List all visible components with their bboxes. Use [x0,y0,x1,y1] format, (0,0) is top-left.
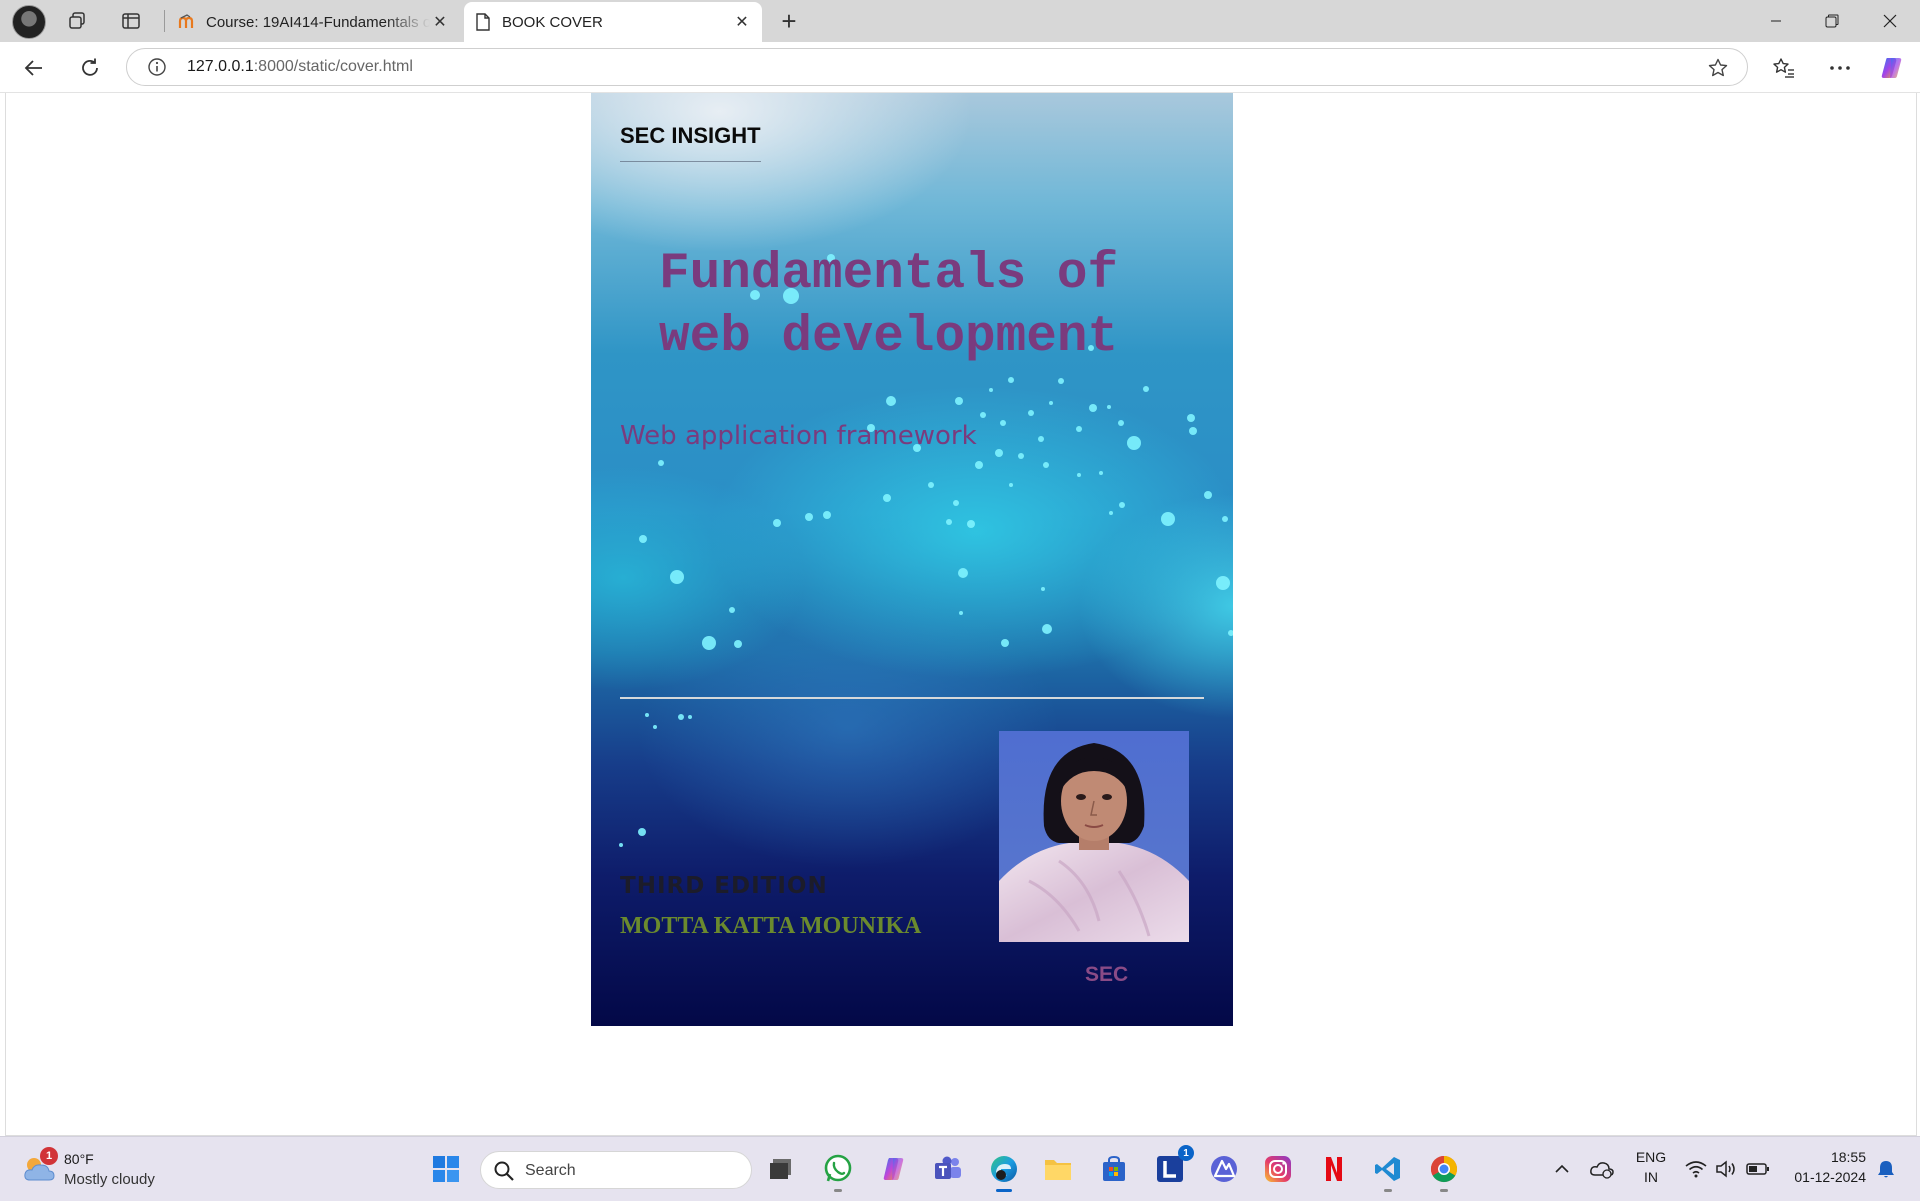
back-button[interactable] [18,52,50,84]
weather-badge: 1 [40,1147,58,1165]
url-path: :8000/static/cover.html [253,58,413,75]
weather-widget[interactable]: 1 80°F Mostly cloudy [22,1147,202,1191]
file-explorer-icon[interactable] [1040,1151,1076,1187]
notification-bell-icon[interactable] [1868,1151,1904,1187]
restore-button[interactable] [1804,0,1860,42]
instagram-icon[interactable] [1260,1151,1296,1187]
microsoft-store-icon[interactable] [1096,1151,1132,1187]
copilot-icon[interactable] [1876,52,1908,84]
onedrive-sync-icon[interactable] [1584,1151,1620,1187]
info-icon[interactable] [147,57,167,77]
task-view-icon[interactable] [762,1151,798,1187]
whatsapp-icon[interactable] [820,1151,856,1187]
chevron-up-icon[interactable] [1544,1151,1580,1187]
active-app-indicator [996,1189,1012,1192]
profile-avatar[interactable] [12,5,46,39]
vscode-icon[interactable] [1370,1151,1406,1187]
copilot-app-icon[interactable] [876,1151,912,1187]
page-icon [474,13,492,31]
system-clock[interactable]: 18:55 01-12-2024 [1782,1147,1866,1187]
taskbar-search[interactable]: Search [480,1151,752,1189]
search-icon [493,1160,515,1182]
favorite-star-icon[interactable] [1707,57,1729,79]
chrome-icon[interactable] [1426,1151,1462,1187]
search-label: Search [525,1162,576,1179]
proton-vpn-icon[interactable] [1206,1151,1242,1187]
running-indicator [1440,1189,1448,1192]
address-bar[interactable]: 127.0.0.1:8000/static/cover.html [126,48,1748,86]
volume-icon[interactable] [1708,1151,1744,1187]
favorites-icon[interactable] [1768,52,1800,84]
refresh-button[interactable] [74,52,106,84]
url-text[interactable]: 127.0.0.1:8000/static/cover.html [187,58,413,76]
taskbar: 1 80°F Mostly cloudy Search 1 ENG IN 18:… [0,1136,1920,1201]
tab-book-cover[interactable]: BOOK COVER ✕ [464,2,762,42]
running-indicator [1384,1189,1392,1192]
close-icon[interactable]: ✕ [430,12,450,32]
brand-label: SEC INSIGHT [620,123,761,162]
book-title: Fundamentals of web development [659,246,1119,366]
url-host: 127.0.0.1 [187,58,254,75]
more-options-icon[interactable] [1824,52,1856,84]
region-code: IN [1644,1169,1658,1185]
input-language[interactable]: ENG IN [1634,1147,1668,1187]
clock-date: 01-12-2024 [1794,1169,1866,1185]
tab-title: Course: 19AI414-Fundamentals of Web Appl… [206,13,430,31]
moodle-favicon-icon [178,13,196,31]
author-name: MOTTA KATTA MOUNIKA [620,913,922,939]
book-cover: SEC INSIGHT Fundamentals of web developm… [591,93,1233,1026]
language-code: ENG [1635,1149,1667,1165]
edition-label: THIRD EDITION [620,873,828,899]
notification-badge: 1 [1178,1145,1194,1161]
tab-title: BOOK COVER [502,13,603,31]
new-tab-button[interactable]: + [774,6,804,36]
close-icon[interactable]: ✕ [732,12,752,32]
cover-divider [620,697,1204,699]
tab-course[interactable]: Course: 19AI414-Fundamentals of Web Appl… [168,2,460,42]
netflix-icon[interactable] [1316,1151,1352,1187]
teams-icon[interactable] [930,1151,966,1187]
start-button[interactable] [428,1151,464,1187]
minimize-button[interactable] [1748,0,1804,42]
edge-icon[interactable] [986,1151,1022,1187]
running-indicator [834,1189,842,1192]
weather-temp: 80°F [64,1151,94,1167]
browser-toolbar: 127.0.0.1:8000/static/cover.html [0,42,1920,93]
tab-separator [164,10,165,32]
close-window-button[interactable] [1862,0,1918,42]
vertical-tabs-icon[interactable] [116,6,146,36]
page-viewport: SEC INSIGHT Fundamentals of web developm… [5,93,1917,1136]
publisher-label: SEC [1085,963,1129,986]
weather-desc: Mostly cloudy [64,1171,155,1188]
author-photo [999,731,1189,942]
clock-time: 18:55 [1830,1149,1866,1165]
lens-l-icon[interactable]: 1 [1152,1145,1194,1187]
tab-strip: Course: 19AI414-Fundamentals of Web Appl… [0,0,1920,42]
battery-icon[interactable] [1740,1151,1776,1187]
book-subtitle: Web application framework [620,421,977,451]
workspaces-icon[interactable] [62,6,92,36]
